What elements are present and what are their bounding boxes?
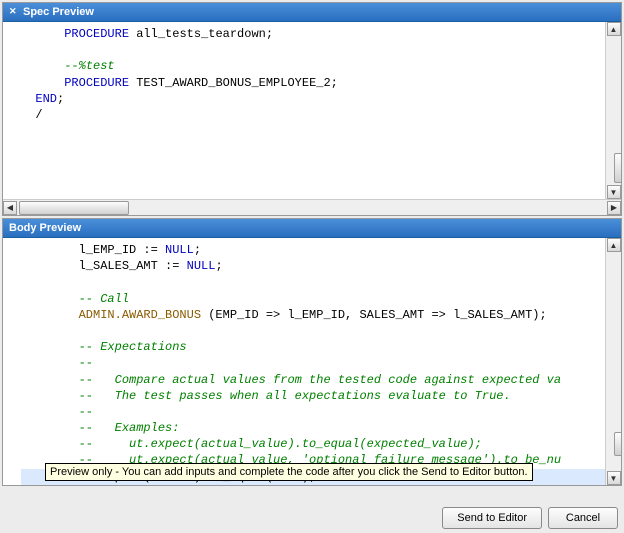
scroll-up-icon[interactable]: ▲ [607,22,621,36]
code-line[interactable]: ADMIN.AWARD_BONUS (EMP_ID => l_EMP_ID, S… [21,307,621,323]
spec-preview-panel: ✕ Spec Preview PROCEDURE all_tests_teard… [2,2,622,216]
body-preview-title: Body Preview [9,222,81,234]
code-line[interactable]: -- [21,355,621,371]
spec-hscrollbar[interactable]: ◀ ▶ [3,199,621,215]
code-line[interactable] [21,323,621,339]
scroll-down-icon[interactable]: ▼ [607,471,621,485]
body-vscrollbar[interactable]: ▲ ▼ [605,238,621,485]
code-line[interactable]: --%test [21,58,621,74]
code-line[interactable]: -- [21,404,621,420]
body-vscroll-thumb[interactable] [614,432,622,456]
code-line[interactable]: l_SALES_AMT := NULL; [21,258,621,274]
code-line[interactable] [21,274,621,290]
send-to-editor-button[interactable]: Send to Editor [442,507,542,529]
body-code-area[interactable]: l_EMP_ID := NULL; l_SALES_AMT := NULL; -… [3,238,621,485]
spec-vscrollbar[interactable]: ▲ ▼ [605,22,621,199]
collapse-icon[interactable]: ✕ [9,7,19,17]
body-code-wrap: l_EMP_ID := NULL; l_SALES_AMT := NULL; -… [3,238,621,485]
spec-preview-title: Spec Preview [23,6,94,18]
code-line[interactable]: END; [21,91,621,107]
code-line[interactable]: -- Examples: [21,420,621,436]
code-line[interactable] [21,42,621,58]
spec-vscroll-thumb[interactable] [614,153,622,183]
code-line[interactable]: -- ut.expect(actual_value).to_equal(expe… [21,436,621,452]
code-line[interactable]: -- The test passes when all expectations… [21,388,621,404]
preview-tooltip: Preview only - You can add inputs and co… [45,463,533,481]
spec-hscroll-thumb[interactable] [19,201,129,215]
code-line[interactable]: l_EMP_ID := NULL; [21,242,621,258]
body-preview-panel: Body Preview l_EMP_ID := NULL; l_SALES_A… [2,218,622,486]
scroll-right-icon[interactable]: ▶ [607,201,621,215]
cancel-button[interactable]: Cancel [548,507,618,529]
button-bar: Send to Editor Cancel [442,507,618,529]
scroll-up-icon[interactable]: ▲ [607,238,621,252]
spec-preview-header[interactable]: ✕ Spec Preview [3,3,621,22]
scroll-left-icon[interactable]: ◀ [3,201,17,215]
spec-code-area[interactable]: PROCEDURE all_tests_teardown; --%test PR… [3,22,621,127]
code-line[interactable]: -- Expectations [21,339,621,355]
spec-code-wrap: PROCEDURE all_tests_teardown; --%test PR… [3,22,621,199]
code-line[interactable]: -- Call [21,291,621,307]
code-line[interactable]: PROCEDURE all_tests_teardown; [21,26,621,42]
body-preview-header[interactable]: Body Preview [3,219,621,238]
code-line[interactable]: / [21,107,621,123]
scroll-down-icon[interactable]: ▼ [607,185,621,199]
code-line[interactable]: -- Compare actual values from the tested… [21,372,621,388]
code-line[interactable]: PROCEDURE TEST_AWARD_BONUS_EMPLOYEE_2; [21,75,621,91]
